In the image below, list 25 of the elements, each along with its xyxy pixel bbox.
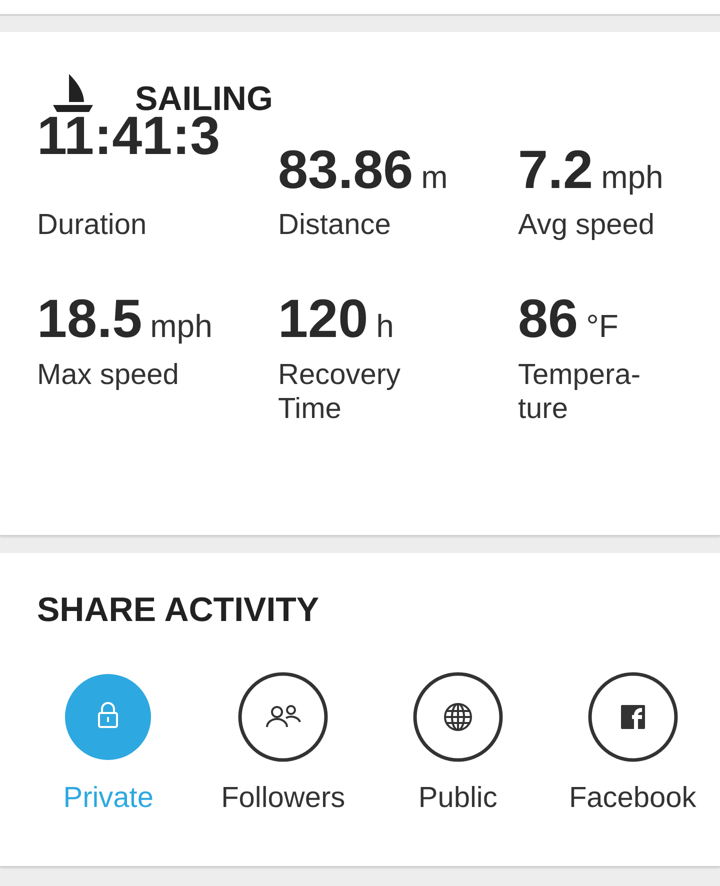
metric-label: Tempera-ture bbox=[518, 358, 642, 428]
metric-label: Max speed bbox=[37, 358, 180, 392]
metric-label: Duration bbox=[37, 208, 148, 243]
facebook-icon bbox=[588, 672, 678, 762]
share-option[interactable]: Public bbox=[370, 672, 546, 815]
metric-value: 120 bbox=[278, 291, 368, 348]
metric-value: 18.5 bbox=[37, 291, 142, 348]
metric-label: Distance bbox=[278, 208, 392, 243]
metric-unit: m bbox=[421, 158, 448, 196]
metric-unit: mph bbox=[150, 308, 212, 345]
metric-label: Recovery Time bbox=[278, 358, 402, 428]
lock-icon bbox=[63, 672, 154, 762]
globe-icon bbox=[412, 672, 503, 762]
share-option[interactable]: Followers bbox=[196, 672, 370, 815]
metric-label: Avg speed bbox=[518, 208, 656, 243]
activity-title: SAILING bbox=[135, 82, 273, 116]
metric-unit: °F bbox=[586, 308, 618, 345]
metric-value: 86 bbox=[518, 291, 578, 348]
people-icon bbox=[238, 672, 328, 762]
share-title: SHARE ACTIVITY bbox=[37, 591, 320, 630]
share-option[interactable]: Facebook bbox=[545, 672, 720, 815]
metric-unit: h bbox=[376, 308, 394, 345]
metric-unit: mph bbox=[601, 158, 664, 196]
metric-value: 7.2 bbox=[518, 142, 594, 198]
metric-value: 83.86 bbox=[278, 142, 414, 198]
